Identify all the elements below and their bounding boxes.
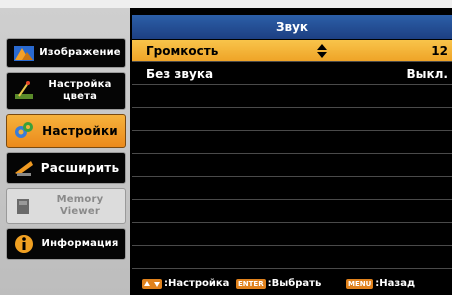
row-label: Громкость (146, 44, 219, 58)
empty-row (132, 132, 452, 154)
sidebar-item-label-line1: Memory (56, 194, 104, 205)
menu-key-badge: MENU (346, 278, 374, 289)
sidebar-item-label: Расширить (40, 161, 120, 175)
hint-adjust: :Настройка (142, 278, 229, 289)
extend-icon (15, 161, 33, 176)
sidebar: Изображение Настройка цвета Настройки Ра… (0, 8, 130, 295)
hint-back-label: :Назад (375, 278, 416, 289)
sidebar-item-label-line2: Viewer (60, 206, 100, 217)
sidebar-item-settings[interactable]: Настройки (6, 114, 126, 148)
sidebar-item-label: Информация (41, 238, 119, 249)
menu-row-mute[interactable]: Без звука Выкл. (132, 63, 452, 85)
settings-icon (15, 122, 33, 138)
row-value: Выкл. (406, 67, 449, 81)
empty-row (132, 224, 452, 246)
image-icon (14, 46, 34, 61)
up-down-keys-icon (142, 278, 162, 289)
hint-select: ENTER :Выбрать (236, 278, 321, 289)
row-label: Без звука (146, 67, 214, 81)
sidebar-item-label: Изображение (39, 47, 121, 58)
hint-adjust-label: :Настройка (164, 278, 230, 289)
sidebar-item-label: Настройки (42, 124, 118, 138)
sidebar-item-label: Настройка цвета (37, 73, 123, 109)
sidebar-item-extend[interactable]: Расширить (6, 152, 126, 184)
empty-row (132, 155, 452, 177)
sidebar-item-label-line2: цвета (62, 91, 98, 102)
sidebar-item-information[interactable]: Информация (6, 228, 126, 260)
empty-row (132, 86, 452, 108)
sidebar-item-memory-viewer[interactable]: Memory Viewer (6, 188, 126, 224)
sound-panel: Звук Громкость 12 Без звука Выкл. (132, 8, 452, 270)
info-icon (15, 235, 33, 253)
top-bar (0, 0, 452, 8)
empty-row (132, 247, 452, 269)
hint-back: MENU :Назад (346, 278, 415, 289)
sidebar-item-color-adjust[interactable]: Настройка цвета (6, 72, 126, 110)
sidebar-item-image[interactable]: Изображение (6, 38, 126, 68)
up-down-arrows-icon (317, 44, 327, 58)
hint-select-label: :Выбрать (267, 278, 322, 289)
color-adjust-icon (15, 81, 33, 99)
memory-viewer-icon (17, 199, 29, 214)
sidebar-item-label-line1: Настройка (48, 79, 112, 90)
row-value: 12 (431, 44, 448, 58)
empty-row (132, 109, 452, 131)
sidebar-item-label: Memory Viewer (37, 189, 123, 223)
empty-row (132, 178, 452, 200)
empty-row (132, 201, 452, 223)
menu-row-volume[interactable]: Громкость 12 (132, 40, 452, 62)
footer-hints: :Настройка ENTER :Выбрать MENU :Назад (132, 273, 452, 295)
panel-title: Звук (132, 15, 452, 39)
enter-key-badge: ENTER (236, 278, 266, 289)
